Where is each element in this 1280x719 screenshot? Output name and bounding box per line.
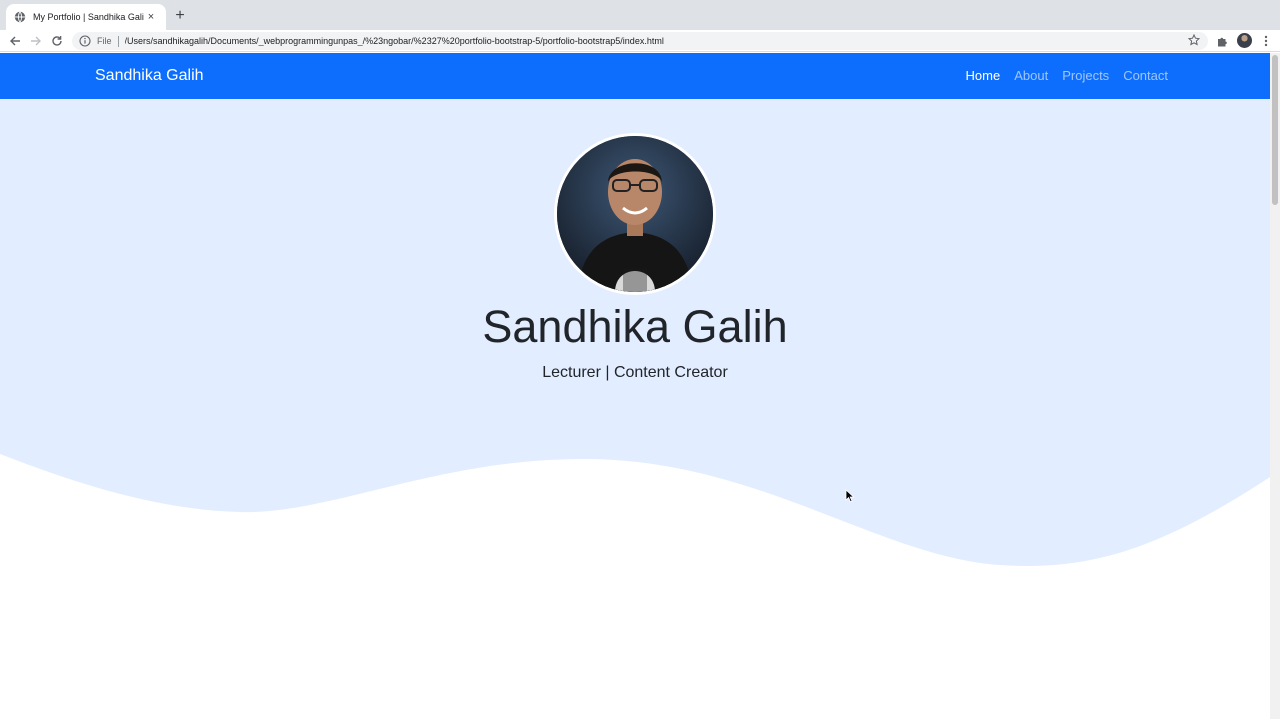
menu-kebab-icon[interactable] (1258, 33, 1274, 49)
page-scrollbar[interactable] (1270, 53, 1280, 719)
scrollbar-thumb[interactable] (1272, 55, 1278, 205)
omnibox-divider (117, 35, 119, 47)
tab-title: My Portfolio | Sandhika Galih (33, 12, 144, 22)
address-bar[interactable]: File /Users/sandhikagalih/Documents/_web… (72, 32, 1208, 50)
nav-link-contact[interactable]: Contact (1123, 68, 1168, 83)
hero-tagline: Lecturer | Content Creator (542, 364, 728, 381)
globe-icon (14, 11, 26, 23)
browser-tab[interactable]: My Portfolio | Sandhika Galih × (6, 4, 166, 30)
hero-section: Sandhika Galih Lecturer | Content Creato… (0, 99, 1270, 569)
mouse-cursor-icon (845, 489, 855, 503)
back-icon[interactable] (7, 33, 23, 49)
browser-toolbar: File /Users/sandhikagalih/Documents/_web… (0, 30, 1280, 52)
navbar-brand[interactable]: Sandhika Galih (95, 67, 204, 85)
reload-icon[interactable] (49, 33, 65, 49)
profile-avatar[interactable] (1237, 33, 1252, 48)
info-icon[interactable] (79, 35, 91, 47)
nav-link-projects[interactable]: Projects (1062, 68, 1109, 83)
nav-links: Home About Projects Contact (966, 68, 1168, 83)
url-text[interactable]: /Users/sandhikagalih/Documents/_webprogr… (125, 36, 1188, 46)
site-navbar: Sandhika Galih Home About Projects Conta… (0, 53, 1270, 99)
hero-name: Sandhika Galih (482, 301, 788, 352)
bookmark-star-icon[interactable] (1188, 34, 1202, 48)
close-tab-icon[interactable]: × (144, 11, 158, 23)
new-tab-button[interactable]: + (172, 7, 188, 25)
extensions-icon[interactable] (1214, 33, 1230, 49)
nav-link-home[interactable]: Home (966, 68, 1001, 83)
nav-link-about[interactable]: About (1014, 68, 1048, 83)
browser-tab-strip: My Portfolio | Sandhika Galih × + (0, 0, 1280, 30)
page-viewport: Sandhika Galih Home About Projects Conta… (0, 53, 1270, 719)
forward-icon[interactable] (28, 33, 44, 49)
scheme-label: File (97, 36, 112, 46)
profile-photo (554, 133, 716, 295)
